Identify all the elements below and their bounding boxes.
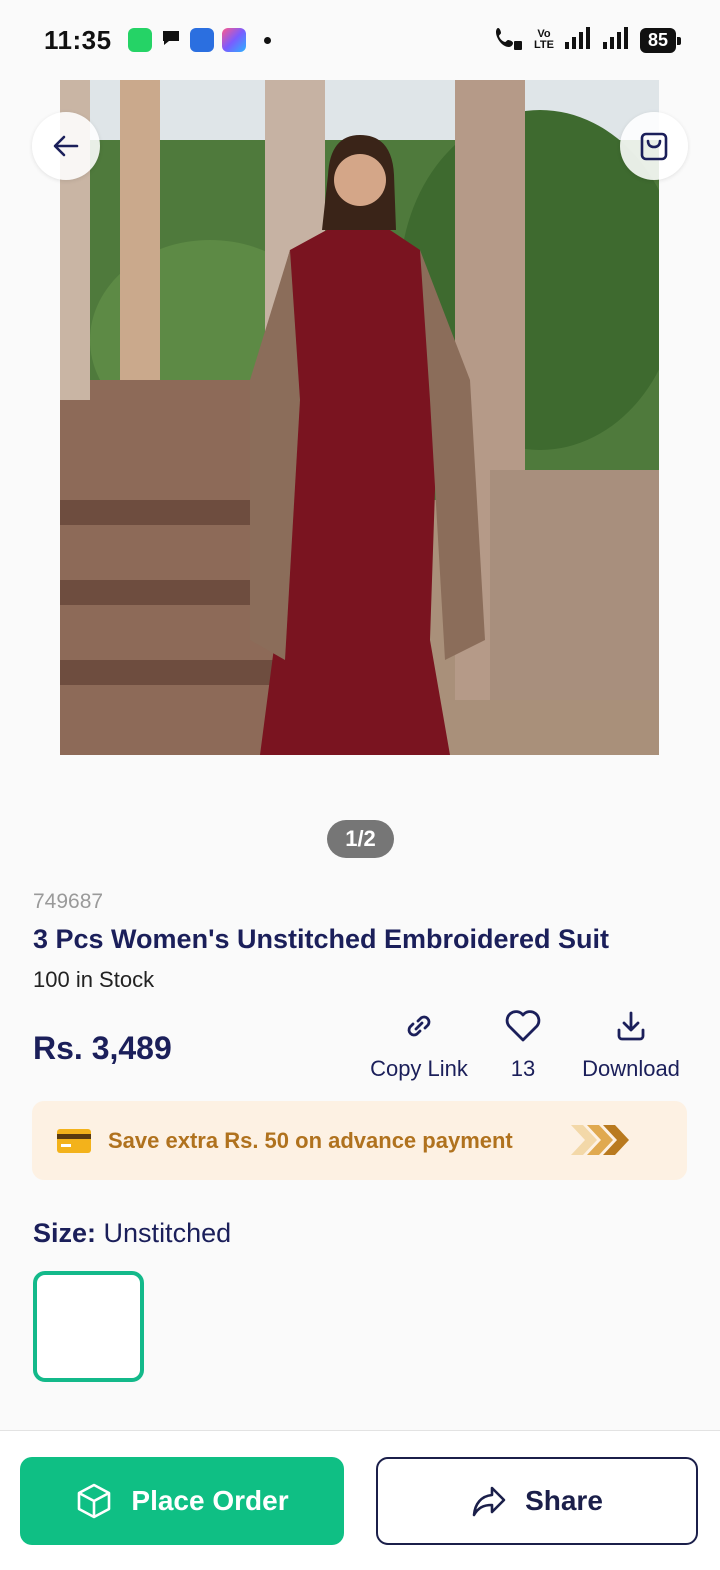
volte-bottom: LTE <box>534 39 554 51</box>
battery-indicator: 85 <box>639 27 682 53</box>
product-image[interactable] <box>60 80 659 755</box>
stock-status: 100 in Stock <box>33 967 155 992</box>
wifi-call-icon <box>494 25 524 56</box>
signal-2-icon <box>602 26 630 55</box>
credit-card-icon <box>57 1128 91 1153</box>
volte-indicator: Vo LTE <box>534 29 554 51</box>
shopping-bag-icon <box>640 132 668 161</box>
more-notifications-dot <box>263 36 271 44</box>
sync-app-icon <box>189 28 214 52</box>
like-button[interactable]: 13 <box>490 1008 556 1082</box>
copy-link-label: Copy Link <box>370 1056 468 1081</box>
size-value: Unstitched <box>103 1218 232 1248</box>
status-time: 11:35 <box>44 24 112 55</box>
arrow-left-icon <box>53 135 79 157</box>
size-label: Size: Unstitched <box>33 1218 231 1249</box>
promo-text: Save extra Rs. 50 on advance payment <box>108 1127 513 1153</box>
status-bar: 11:35 Vo LTE 85 <box>0 0 720 80</box>
gallery-app-icon <box>221 28 246 52</box>
place-order-button[interactable]: Place Order <box>20 1457 344 1545</box>
advance-payment-promo[interactable]: Save extra Rs. 50 on advance payment <box>32 1101 687 1180</box>
size-label-key: Size: <box>33 1218 97 1248</box>
heart-icon <box>505 1010 541 1042</box>
box-icon <box>78 1483 111 1519</box>
download-icon <box>617 1011 645 1041</box>
back-button[interactable] <box>32 112 100 180</box>
copy-link-button[interactable]: Copy Link <box>364 1008 474 1082</box>
share-arrow-icon <box>472 1486 506 1517</box>
system-icons: Vo LTE 85 <box>494 25 682 56</box>
download-label: Download <box>582 1056 680 1081</box>
cart-button[interactable] <box>620 112 688 180</box>
download-button[interactable]: Download <box>570 1008 692 1082</box>
share-button[interactable]: Share <box>376 1457 698 1545</box>
like-count: 13 <box>510 1056 536 1081</box>
image-pager: 1/2 <box>327 820 394 858</box>
product-price: Rs. 3,489 <box>33 1030 172 1066</box>
place-order-label: Place Order <box>131 1485 289 1516</box>
share-label: Share <box>525 1485 603 1516</box>
notification-icons <box>127 27 271 54</box>
bottom-action-bar: Place Order Share <box>0 1430 720 1570</box>
size-option-selected[interactable] <box>33 1271 144 1382</box>
product-title: 3 Pcs Women's Unstitched Embroidered Sui… <box>33 924 610 954</box>
link-icon <box>407 1015 431 1037</box>
whatsapp-icon <box>127 28 152 52</box>
chevrons-right-icon <box>571 1125 629 1155</box>
chat-bubble-icon <box>160 27 182 54</box>
signal-1-icon <box>564 26 592 55</box>
product-sku: 749687 <box>33 890 104 913</box>
